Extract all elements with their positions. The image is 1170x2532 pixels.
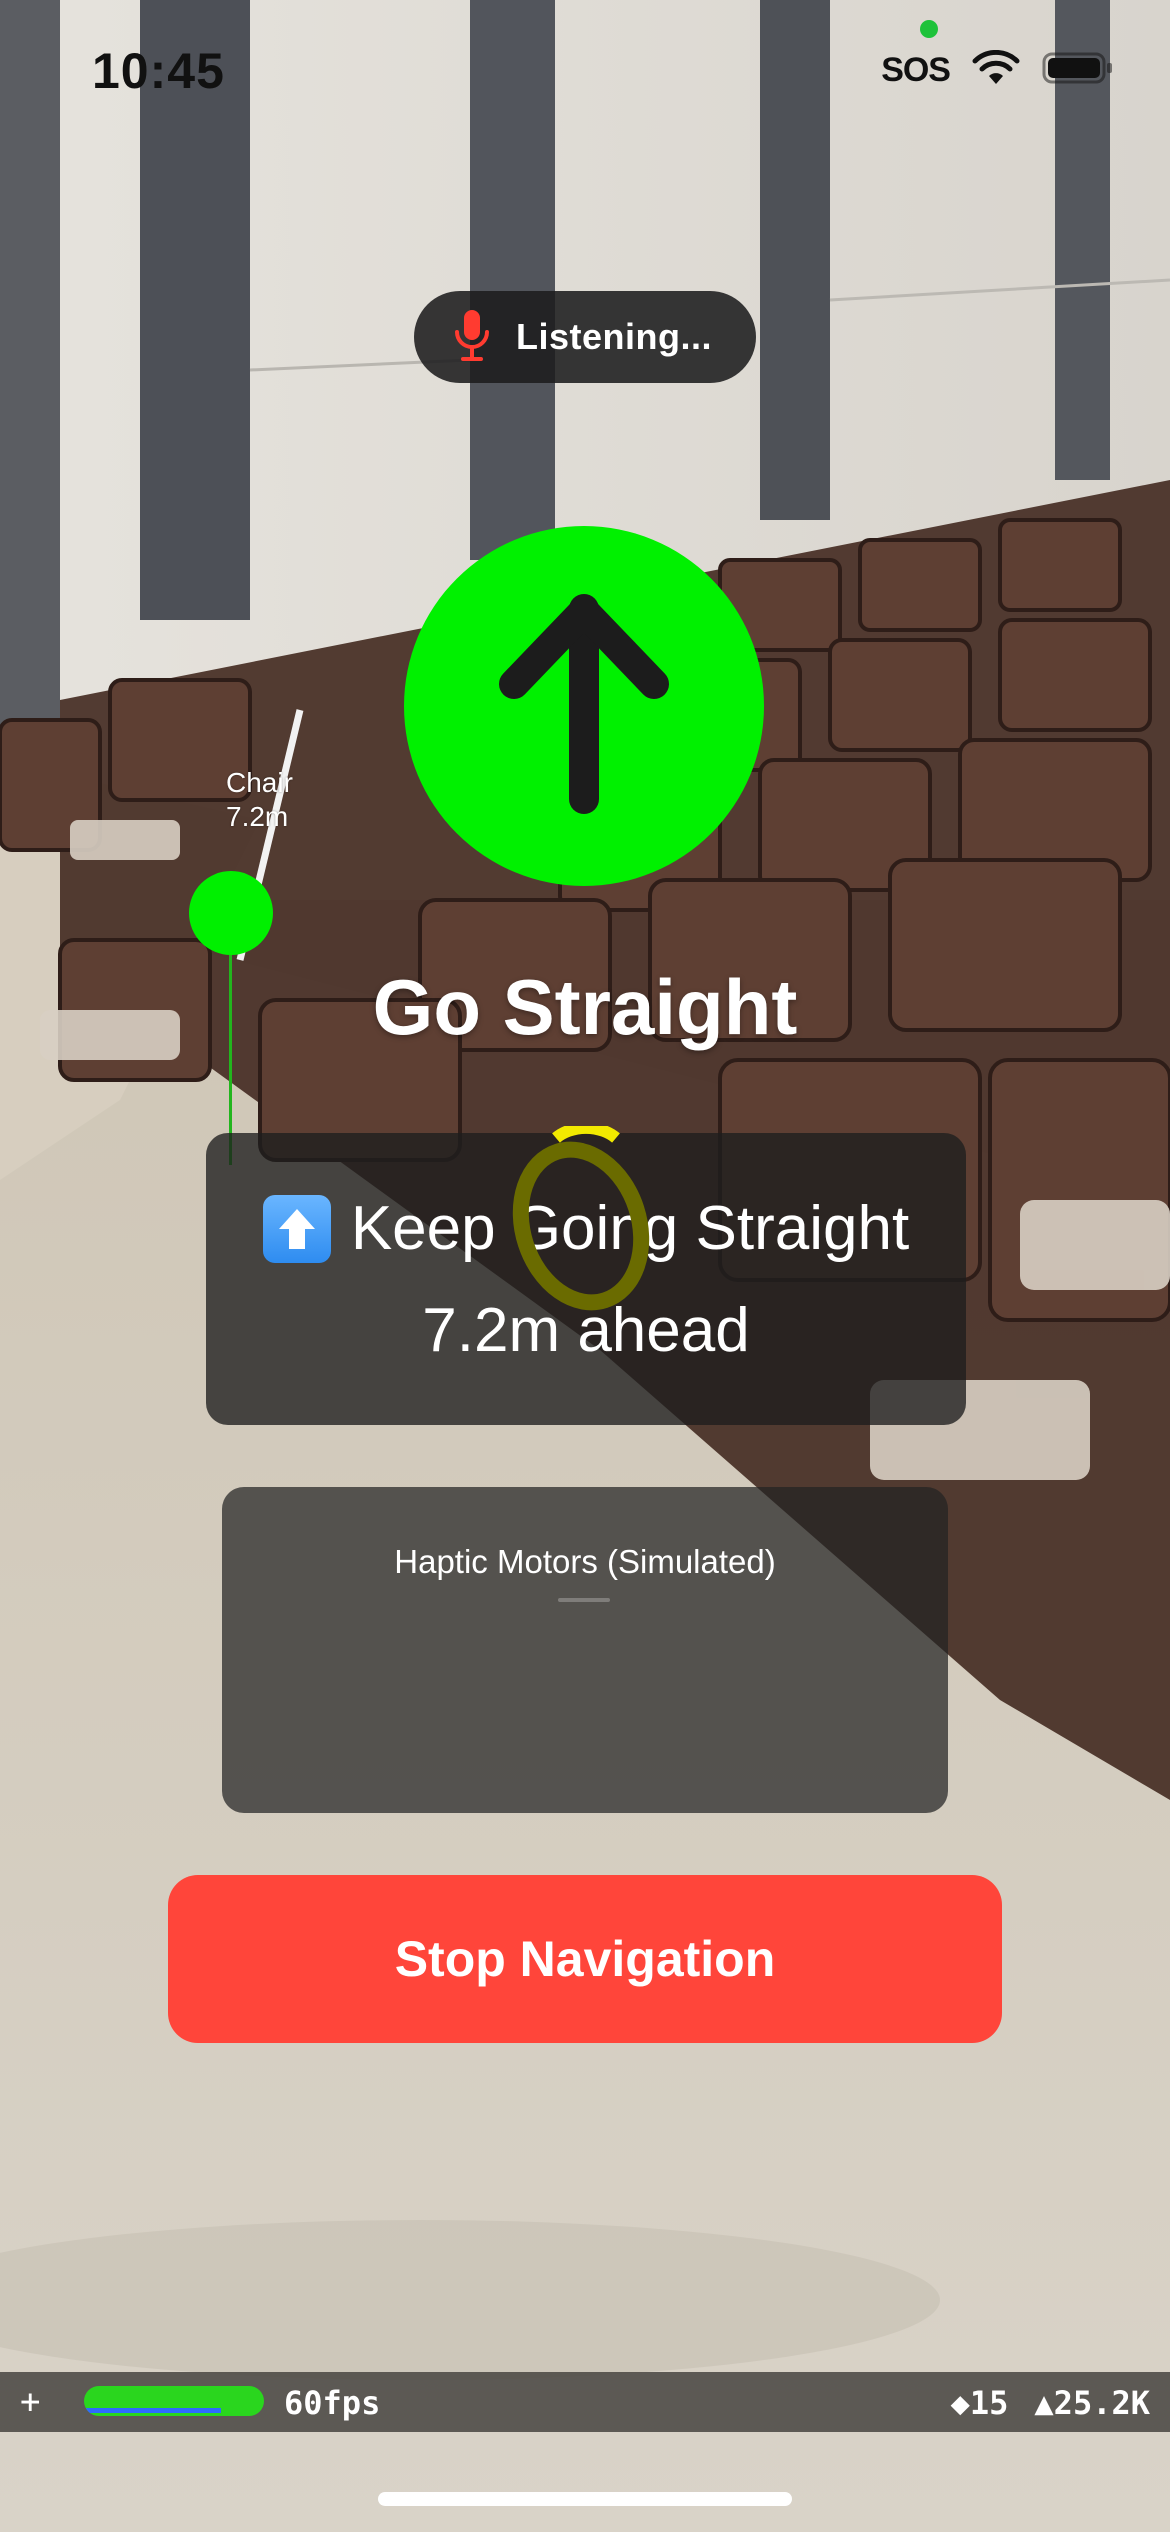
fps-readout: 60fps bbox=[284, 2384, 381, 2422]
direction-indicator bbox=[404, 526, 764, 886]
arrow-up-icon bbox=[484, 589, 684, 824]
haptic-motors-panel: Haptic Motors (Simulated) bbox=[222, 1487, 948, 1813]
stats-expand-button[interactable]: + bbox=[20, 2382, 40, 2422]
sos-indicator: SOS bbox=[881, 51, 951, 89]
microphone-icon bbox=[454, 308, 490, 367]
battery-icon bbox=[1042, 50, 1114, 91]
waypoint-name: Chair bbox=[226, 767, 293, 798]
debug-stats-bar: + 60fps ◆15 ▲25.2K bbox=[0, 2372, 1170, 2432]
up-arrow-emoji-icon bbox=[262, 1194, 331, 1263]
status-icons: SOS bbox=[881, 49, 1114, 91]
waypoint-marker bbox=[189, 871, 273, 955]
node-count: ◆15 bbox=[950, 2384, 1009, 2422]
listening-label: Listening... bbox=[516, 316, 713, 357]
haptic-panel-title: Haptic Motors (Simulated) bbox=[394, 1543, 776, 1580]
haptic-motor-indicator bbox=[558, 1598, 610, 1602]
fps-meter bbox=[84, 2386, 264, 2416]
listening-indicator[interactable]: Listening... bbox=[414, 291, 756, 383]
instruction-title: Go Straight bbox=[372, 963, 798, 1051]
fps-meter-fill bbox=[84, 2408, 221, 2413]
render-stats: ◆15 ▲25.2K bbox=[951, 2384, 1150, 2422]
triangle-count: ▲25.2K bbox=[1034, 2384, 1150, 2422]
home-indicator[interactable] bbox=[378, 2492, 792, 2506]
camera-in-use-indicator bbox=[920, 20, 938, 38]
focus-ring-icon bbox=[512, 1126, 650, 1311]
stop-navigation-button[interactable]: Stop Navigation bbox=[168, 1875, 1002, 2043]
ar-navigation-screen: 10:45 SOS Listening... Chair 7.2m Go Str… bbox=[0, 0, 1170, 2532]
waypoint-distance: 7.2m bbox=[226, 801, 289, 832]
waypoint-label: Chair 7.2m bbox=[226, 766, 293, 834]
status-time: 10:45 bbox=[92, 43, 225, 99]
wifi-icon bbox=[972, 49, 1020, 91]
